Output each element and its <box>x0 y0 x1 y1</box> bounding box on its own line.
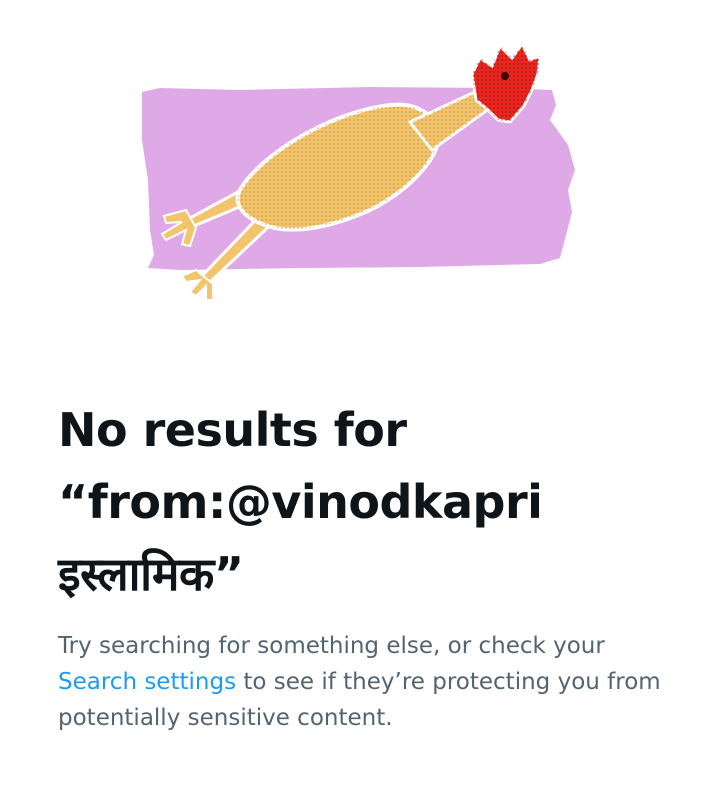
no-results-description: Try searching for something else, or che… <box>58 628 678 736</box>
no-results-title: No results for “from:@vinodkapri इस्लामि… <box>58 394 678 610</box>
search-settings-link[interactable]: Search settings <box>58 669 236 695</box>
title-line-3: इस्लामिक” <box>58 547 244 601</box>
title-line-2: “from:@vinodkapri <box>58 475 543 529</box>
chicken-eye <box>501 72 509 80</box>
rubber-chicken-illustration <box>120 30 590 330</box>
title-line-1: No results for <box>58 403 407 457</box>
rubber-chicken-icon <box>142 41 575 301</box>
description-text-before: Try searching for something else, or che… <box>58 633 605 659</box>
